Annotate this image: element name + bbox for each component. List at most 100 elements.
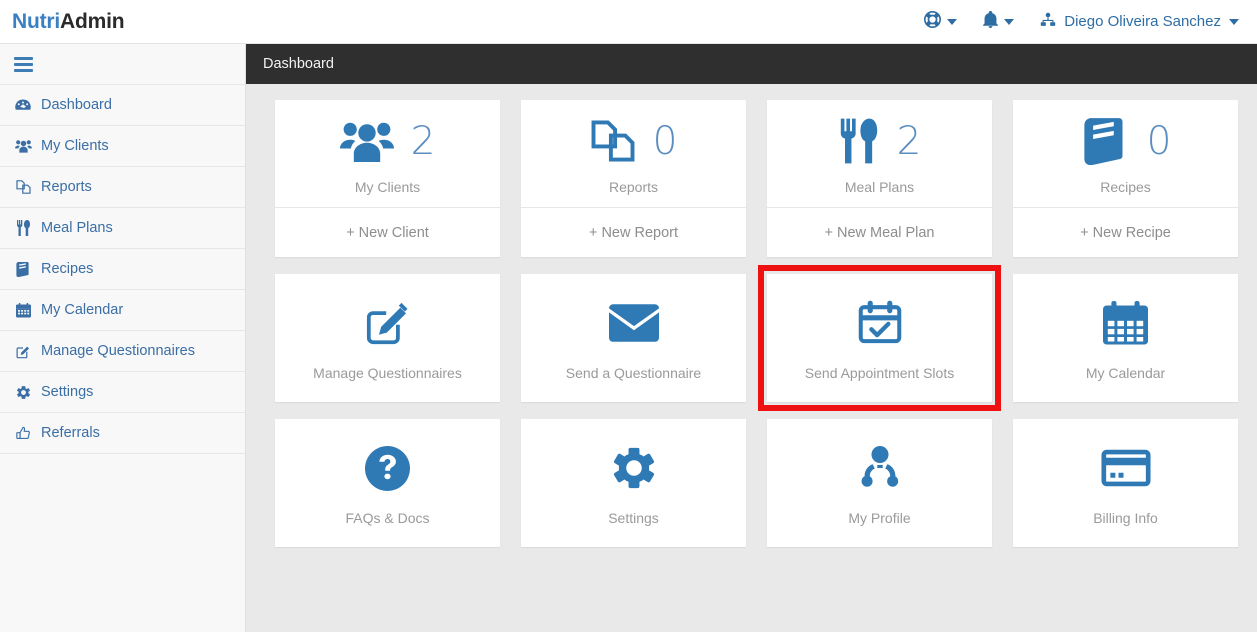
- card-label: Manage Questionnaires: [313, 365, 462, 381]
- card-recipes[interactable]: 0 Recipes + New Recipe: [1013, 100, 1238, 257]
- new-recipe-action[interactable]: + New Recipe: [1013, 207, 1238, 257]
- sidebar-item-label: Referrals: [41, 425, 100, 441]
- card-label: My Profile: [848, 510, 911, 526]
- caret-down-icon: [1004, 18, 1015, 25]
- files-icon: [590, 117, 636, 165]
- credit-card-icon: [1100, 440, 1151, 496]
- card-body: 2 Meal Plans: [767, 100, 992, 207]
- card-body: My Profile: [767, 419, 992, 547]
- users-icon: [339, 119, 394, 163]
- stat-line: 0: [1080, 112, 1171, 170]
- bell-icon: [983, 11, 999, 32]
- card-meal-plans[interactable]: 2 Meal Plans + New Meal Plan: [767, 100, 992, 257]
- main-content: Dashboard 2 My Clients + New Client 0 Re…: [246, 44, 1257, 632]
- sidebar-item-recipes[interactable]: Recipes: [0, 249, 245, 290]
- card-reports[interactable]: 0 Reports + New Report: [521, 100, 746, 257]
- calendar-check-icon: [857, 295, 903, 351]
- card-label: Billing Info: [1093, 510, 1158, 526]
- stat-count: 2: [410, 118, 436, 164]
- sidebar-item-label: Recipes: [41, 261, 94, 277]
- stat-line: 2: [339, 112, 436, 170]
- card-body: Manage Questionnaires: [275, 274, 500, 402]
- user-menu[interactable]: Diego Oliveira Sanchez: [1027, 0, 1257, 44]
- page-title-bar: Dashboard: [246, 44, 1257, 84]
- files-icon: [14, 179, 32, 195]
- sidebar-item-meal-plans[interactable]: Meal Plans: [0, 208, 245, 249]
- stat-count: 0: [652, 118, 678, 164]
- app-logo[interactable]: NutriAdmin: [12, 9, 125, 34]
- sidebar-item-label: My Clients: [41, 138, 109, 154]
- new-meal-plan-action[interactable]: + New Meal Plan: [767, 207, 992, 257]
- dashboard-page: NutriAdmin Diego Oliveira Sanchez Dashbo…: [0, 0, 1257, 632]
- question-circle-icon: [365, 440, 410, 496]
- card-my-clients[interactable]: 2 My Clients + New Client: [275, 100, 500, 257]
- caret-down-icon: [947, 18, 958, 25]
- gear-icon: [14, 384, 32, 400]
- top-bar: NutriAdmin Diego Oliveira Sanchez: [0, 0, 1257, 44]
- user-doctor-icon: [858, 440, 902, 496]
- support-menu[interactable]: [911, 0, 970, 44]
- stat-count: 2: [896, 118, 922, 164]
- card-body: Send a Questionnaire: [521, 274, 746, 402]
- sidebar-item-my-clients[interactable]: My Clients: [0, 126, 245, 167]
- card-label: FAQs & Docs: [345, 510, 430, 526]
- thumbs-up-icon: [14, 425, 32, 441]
- card-body: Settings: [521, 419, 746, 547]
- hamburger-icon: [14, 56, 33, 72]
- sidebar-item-label: Reports: [41, 179, 92, 195]
- dashboard-icon: [14, 97, 32, 113]
- sidebar-item-reports[interactable]: Reports: [0, 167, 245, 208]
- sidebar-toggle-button[interactable]: [0, 44, 245, 85]
- dashboard-grid: 2 My Clients + New Client 0 Reports + Ne…: [246, 84, 1257, 547]
- caret-down-icon: [1229, 18, 1239, 25]
- card-label: My Clients: [354, 179, 421, 195]
- life-ring-icon: [924, 11, 942, 32]
- card-billing-info[interactable]: Billing Info: [1013, 419, 1238, 547]
- calendar-icon: [1103, 295, 1148, 351]
- card-label: My Calendar: [1085, 365, 1166, 381]
- card-send-appointment-slots[interactable]: Send Appointment Slots: [758, 265, 1001, 411]
- sidebar-item-dashboard[interactable]: Dashboard: [0, 85, 245, 126]
- stat-line: 0: [590, 112, 678, 170]
- action-card-row-2: FAQs & Docs Settings My Profile Billing …: [275, 419, 1238, 547]
- sidebar-item-label: Settings: [41, 384, 94, 400]
- top-bar-actions: Diego Oliveira Sanchez: [911, 0, 1257, 44]
- sidebar-item-settings[interactable]: Settings: [0, 372, 245, 413]
- edit-square-icon: [14, 343, 32, 359]
- card-body: 0 Recipes: [1013, 100, 1238, 207]
- cutlery-icon: [14, 220, 32, 236]
- card-body: Send Appointment Slots: [767, 274, 992, 402]
- edit-square-icon: [364, 295, 412, 351]
- user-avatar-icon: [1040, 12, 1056, 32]
- gear-icon: [611, 440, 657, 496]
- page-title: Dashboard: [263, 56, 334, 72]
- card-body: 2 My Clients: [275, 100, 500, 207]
- logo-part-nutri: Nutri: [12, 9, 60, 33]
- card-body: 0 Reports: [521, 100, 746, 207]
- new-client-action[interactable]: + New Client: [275, 207, 500, 257]
- card-manage-questionnaires[interactable]: Manage Questionnaires: [275, 274, 500, 402]
- users-icon: [14, 138, 32, 154]
- sidebar-item-my-calendar[interactable]: My Calendar: [0, 290, 245, 331]
- notifications-menu[interactable]: [970, 0, 1027, 44]
- sidebar-item-manage-questionnaires[interactable]: Manage Questionnaires: [0, 331, 245, 372]
- cutlery-icon: [838, 117, 880, 165]
- card-my-profile[interactable]: My Profile: [767, 419, 992, 547]
- card-send-a-questionnaire[interactable]: Send a Questionnaire: [521, 274, 746, 402]
- card-settings[interactable]: Settings: [521, 419, 746, 547]
- stat-card-row: 2 My Clients + New Client 0 Reports + Ne…: [275, 100, 1238, 257]
- new-report-action[interactable]: + New Report: [521, 207, 746, 257]
- sidebar-item-label: Meal Plans: [41, 220, 113, 236]
- card-faqs-and-docs[interactable]: FAQs & Docs: [275, 419, 500, 547]
- book-icon: [1080, 117, 1130, 165]
- sidebar-item-referrals[interactable]: Referrals: [0, 413, 245, 454]
- stat-line: 2: [838, 112, 922, 170]
- user-name: Diego Oliveira Sanchez: [1064, 13, 1221, 30]
- card-label: Recipes: [1100, 179, 1151, 195]
- envelope-icon: [608, 295, 659, 351]
- card-label: Send Appointment Slots: [804, 365, 955, 381]
- card-my-calendar[interactable]: My Calendar: [1013, 274, 1238, 402]
- action-card-row-1: Manage Questionnaires Send a Questionnai…: [275, 265, 1238, 411]
- calendar-icon: [14, 302, 32, 318]
- book-icon: [14, 261, 32, 277]
